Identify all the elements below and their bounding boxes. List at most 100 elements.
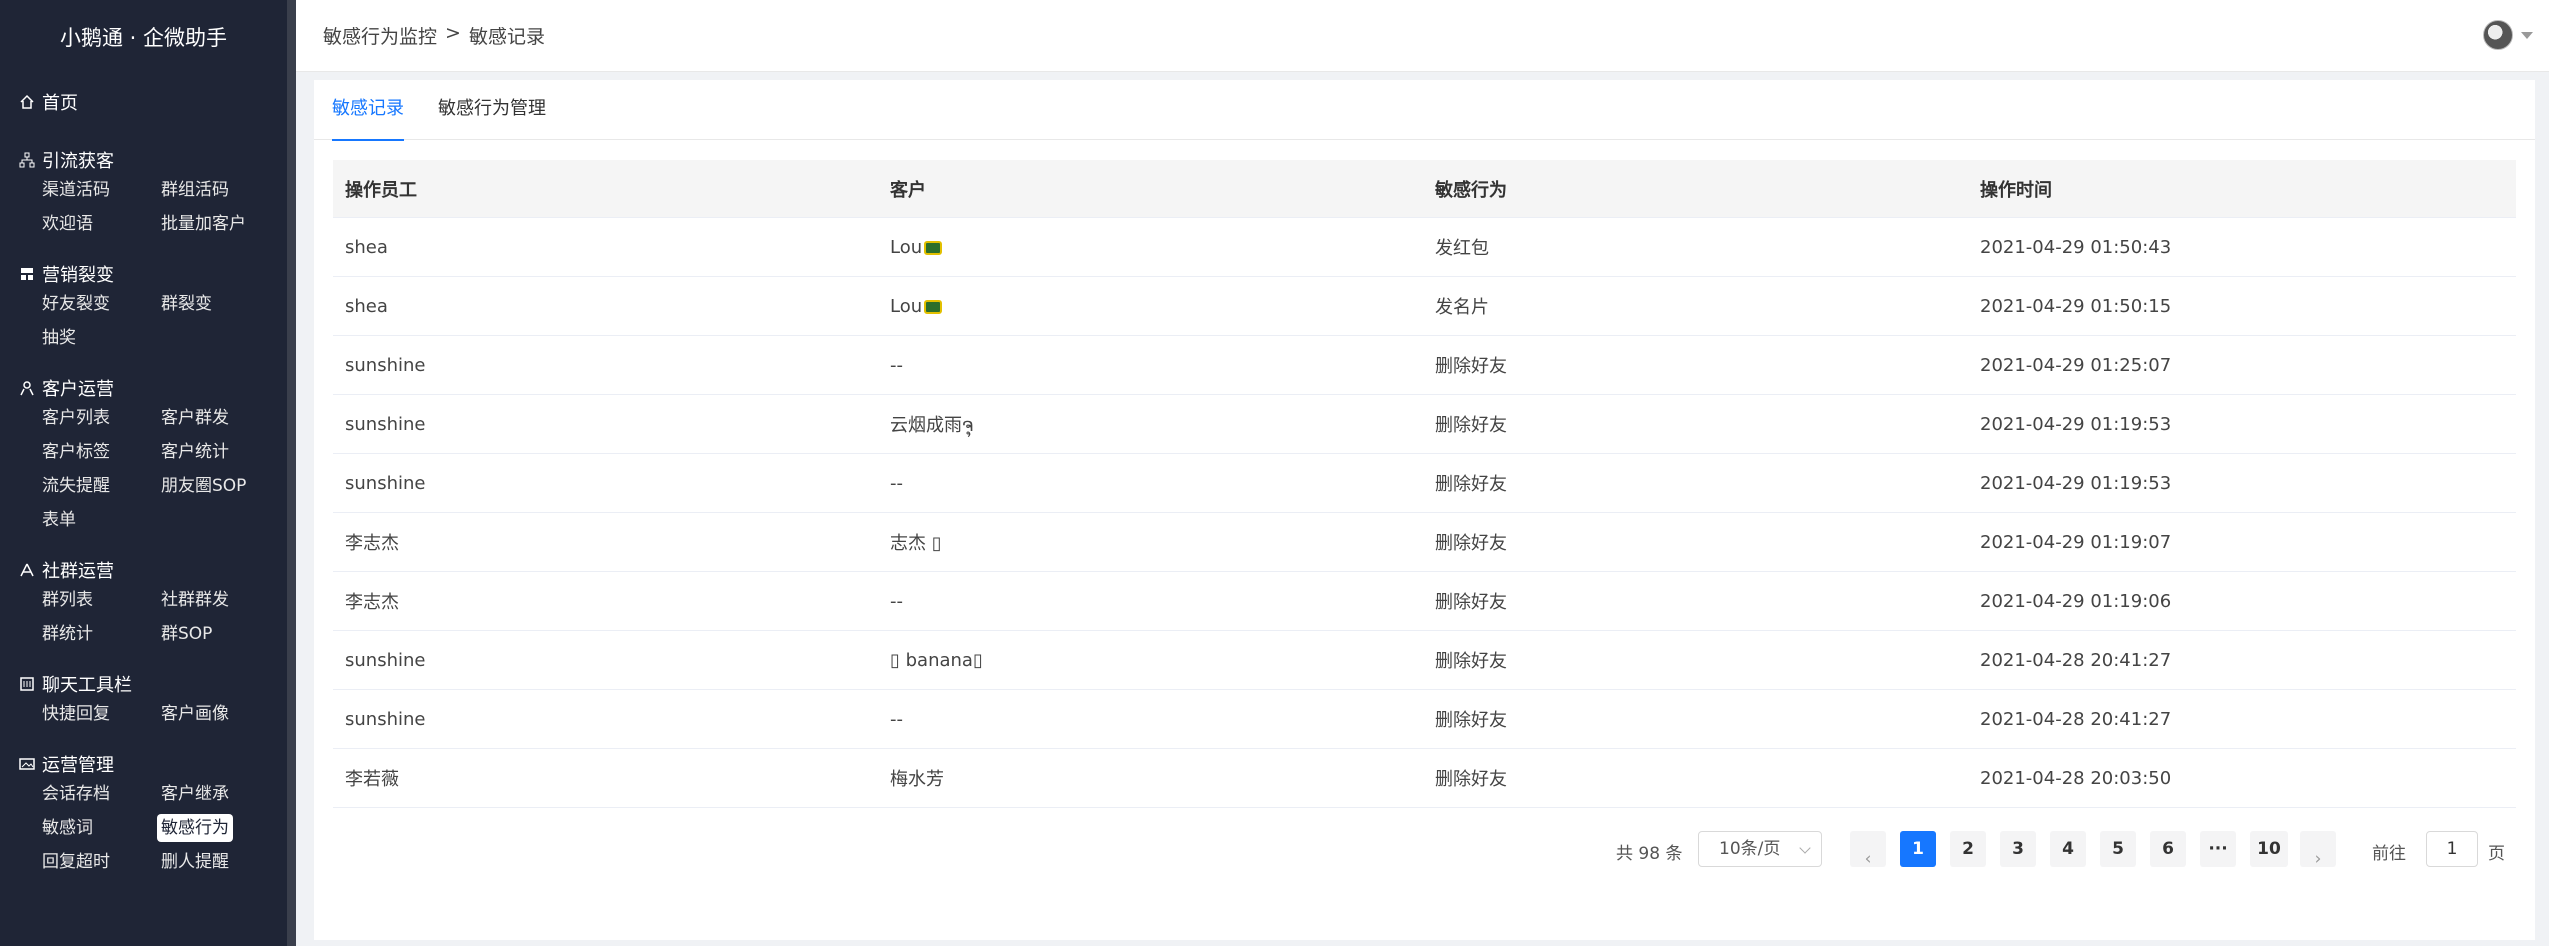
cell-staff: 李志杰 bbox=[345, 533, 399, 554]
cell-time: 2021-04-29 01:19:53 bbox=[1980, 472, 2172, 494]
cell-time: 2021-04-29 01:25:07 bbox=[1980, 354, 2172, 376]
pagination: 共 98 条 10条/页 ‹ 1 2 3 4 5 6 ··· 10 › 前往 1… bbox=[314, 831, 2535, 869]
sidebar-group-acquisition: 引流获客 渠道活码 群组活码 欢迎语 批量加客户 bbox=[0, 146, 296, 238]
cell-staff: sunshine bbox=[345, 649, 426, 671]
tab-sensitive-behavior-management[interactable]: 敏感行为管理 bbox=[438, 80, 546, 140]
cell-behavior: 删除好友 bbox=[1435, 651, 1507, 672]
hierarchy-icon bbox=[18, 265, 36, 283]
page-button-5[interactable]: 5 bbox=[2100, 831, 2136, 867]
sidebar-item[interactable]: 渠道活码 bbox=[42, 176, 161, 204]
group-title-label: 聊天工具栏 bbox=[42, 675, 132, 696]
page-button-6[interactable]: 6 bbox=[2150, 831, 2186, 867]
sidebar-group-marketing: 营销裂变 好友裂变 群裂变 抽奖 bbox=[0, 260, 296, 352]
sidebar-item[interactable]: 敏感词 bbox=[42, 814, 161, 842]
car-emoji-icon bbox=[924, 240, 943, 255]
sidebar-item[interactable]: 群列表 bbox=[42, 586, 161, 614]
cell-customer: Lou bbox=[878, 237, 1423, 258]
sidebar-group-title[interactable]: 客户运营 bbox=[0, 374, 296, 402]
main-content: 敏感行为监控 > 敏感记录 敏感记录 敏感行为管理 操作员工 客户 敏感行为 操… bbox=[296, 0, 2549, 946]
sidebar-item[interactable]: 客户群发 bbox=[161, 404, 281, 432]
cell-time: 2021-04-29 01:19:53 bbox=[1980, 413, 2172, 435]
sidebar-item[interactable]: 客户统计 bbox=[161, 438, 281, 466]
cell-behavior: 删除好友 bbox=[1435, 710, 1507, 731]
sidebar-group-title[interactable]: 营销裂变 bbox=[0, 260, 296, 288]
cell-time: 2021-04-29 01:19:07 bbox=[1980, 531, 2172, 553]
pagination-total: 共 98 条 bbox=[1616, 844, 1683, 864]
avatar[interactable] bbox=[2483, 20, 2513, 50]
sidebar-group-chat-toolbar: 聊天工具栏 快捷回复 客户画像 bbox=[0, 670, 296, 728]
sidebar-item[interactable]: 群组活码 bbox=[161, 176, 281, 204]
car-emoji-icon bbox=[924, 299, 943, 314]
sidebar-item[interactable]: 客户继承 bbox=[161, 780, 281, 808]
home-icon bbox=[18, 93, 36, 111]
sidebar-item[interactable]: 群SOP bbox=[161, 620, 281, 648]
sidebar-item[interactable]: 客户列表 bbox=[42, 404, 161, 432]
sidebar-item[interactable]: 删人提醒 bbox=[161, 848, 281, 876]
next-page-button[interactable]: › bbox=[2300, 831, 2336, 869]
sidebar-group-title[interactable]: 运营管理 bbox=[0, 750, 296, 778]
page-button-2[interactable]: 2 bbox=[1950, 831, 1986, 867]
page-ellipsis-button[interactable]: ··· bbox=[2200, 831, 2236, 867]
cell-staff: 李若薇 bbox=[345, 769, 399, 790]
page-button-3[interactable]: 3 bbox=[2000, 831, 2036, 867]
cell-time: 2021-04-28 20:41:27 bbox=[1980, 649, 2172, 671]
cell-time: 2021-04-29 01:19:06 bbox=[1980, 590, 2172, 612]
breadcrumb-parent[interactable]: 敏感行为监控 bbox=[323, 22, 437, 49]
sidebar-nav: 首页 引流获客 渠道活码 群组活码 欢迎语 批量加客户 营销裂变 好友裂变 群裂… bbox=[0, 74, 296, 876]
sidebar-item[interactable]: 表单 bbox=[42, 506, 161, 534]
content-card: 敏感记录 敏感行为管理 操作员工 客户 敏感行为 操作时间 shea Lou 发… bbox=[314, 80, 2535, 940]
page-button-4[interactable]: 4 bbox=[2050, 831, 2086, 867]
cell-time: 2021-04-29 01:50:43 bbox=[1980, 236, 2172, 258]
sidebar-group-title[interactable]: 社群运营 bbox=[0, 556, 296, 584]
sidebar-item[interactable]: 客户标签 bbox=[42, 438, 161, 466]
page-unit-label: 页 bbox=[2488, 844, 2505, 864]
sidebar-item[interactable]: 社群群发 bbox=[161, 586, 281, 614]
records-table: 操作员工 客户 敏感行为 操作时间 shea Lou 发红包 2021-04-2… bbox=[333, 160, 2516, 808]
cell-customer: -- bbox=[890, 354, 903, 376]
toolbar-icon bbox=[18, 675, 36, 693]
cell-staff: sunshine bbox=[345, 354, 426, 376]
sidebar-item[interactable]: 会话存档 bbox=[42, 780, 161, 808]
cell-staff: 李志杰 bbox=[345, 592, 399, 613]
page-size-select[interactable]: 10条/页 bbox=[1698, 831, 1822, 867]
table-row: shea Lou 发名片 2021-04-29 01:50:15 bbox=[333, 277, 2516, 336]
sidebar-item[interactable]: 批量加客户 bbox=[161, 210, 281, 238]
cell-behavior: 删除好友 bbox=[1435, 533, 1507, 554]
breadcrumb-current: 敏感记录 bbox=[468, 26, 545, 48]
sidebar-group-title[interactable]: 聊天工具栏 bbox=[0, 670, 296, 698]
breadcrumb: 敏感行为监控 > 敏感记录 bbox=[323, 22, 545, 49]
tabs: 敏感记录 敏感行为管理 bbox=[314, 80, 2535, 141]
page-button-1[interactable]: 1 bbox=[1900, 831, 1936, 867]
prev-page-button[interactable]: ‹ bbox=[1850, 831, 1886, 869]
caret-down-icon[interactable] bbox=[2521, 32, 2533, 39]
sidebar-item[interactable]: 欢迎语 bbox=[42, 210, 161, 238]
sidebar-group-title[interactable]: 引流获客 bbox=[0, 146, 296, 174]
sidebar-item[interactable]: 群统计 bbox=[42, 620, 161, 648]
goto-page-input[interactable]: 1 bbox=[2426, 831, 2478, 867]
sidebar-item[interactable]: 回复超时 bbox=[42, 848, 161, 876]
column-header: 敏感行为 bbox=[1435, 179, 1507, 201]
tab-sensitive-records[interactable]: 敏感记录 bbox=[332, 80, 404, 141]
sidebar-item[interactable]: 朋友圈SOP bbox=[161, 472, 281, 500]
cell-time: 2021-04-29 01:50:15 bbox=[1980, 295, 2172, 317]
sidebar-item[interactable]: 客户画像 bbox=[161, 700, 281, 728]
column-header: 操作时间 bbox=[1980, 179, 2052, 201]
sidebar-item-active[interactable]: 敏感行为 bbox=[157, 814, 233, 842]
cell-behavior: 发红包 bbox=[1435, 238, 1489, 259]
cell-customer: 志杰 ▯ bbox=[890, 533, 942, 554]
sidebar-item-label: 首页 bbox=[42, 93, 78, 114]
table-row: sunshine -- 删除好友 2021-04-28 20:41:27 bbox=[333, 690, 2516, 749]
cell-behavior: 删除好友 bbox=[1435, 592, 1507, 613]
sidebar-item[interactable]: 抽奖 bbox=[42, 324, 161, 352]
sidebar-item[interactable]: 群裂变 bbox=[161, 290, 281, 318]
sidebar-item[interactable]: 快捷回复 bbox=[42, 700, 161, 728]
sidebar-item[interactable]: 好友裂变 bbox=[42, 290, 161, 318]
cell-staff: sunshine bbox=[345, 413, 426, 435]
sidebar-scrollbar[interactable] bbox=[287, 0, 296, 946]
group-title-label: 社群运营 bbox=[42, 561, 114, 582]
cell-behavior: 删除好友 bbox=[1435, 415, 1507, 436]
topbar: 敏感行为监控 > 敏感记录 bbox=[296, 0, 2549, 72]
sidebar-item[interactable]: 流失提醒 bbox=[42, 472, 161, 500]
page-button-10[interactable]: 10 bbox=[2250, 831, 2288, 867]
sidebar-item-home[interactable]: 首页 bbox=[0, 84, 296, 120]
